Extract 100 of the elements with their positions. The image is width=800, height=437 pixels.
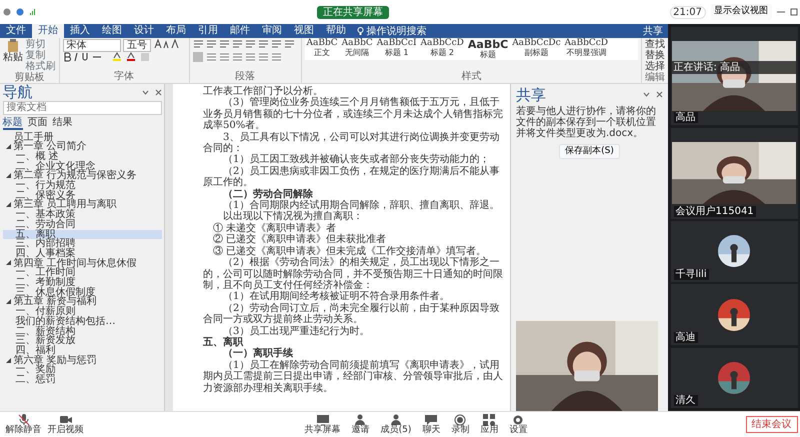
- outline-item[interactable]: 一、概 述: [2, 152, 162, 162]
- editing-button[interactable]: 查找: [645, 39, 665, 50]
- outline-item[interactable]: 第一章 公司简介: [2, 142, 162, 152]
- document-paragraph: （1）员工在解除劳动合同前须提前填写《离职申请表》，试用期内员工需提前三日提出申请，经部门审核、分管领导审批后，由人力资源部办理相关离职手续。: [203, 360, 504, 394]
- style-option[interactable]: AaBbCcDc 副标题: [510, 39, 563, 60]
- participant-name: 清久: [674, 395, 698, 406]
- outline-item[interactable]: 二、考勤制度: [2, 278, 162, 288]
- ribbon-tab[interactable]: 文件: [0, 24, 32, 38]
- outline-item[interactable]: 员工手册: [2, 132, 162, 142]
- toolbar-button[interactable]: 共享屏幕: [302, 414, 344, 435]
- font-name-field[interactable]: 宋体: [62, 39, 120, 52]
- search-field[interactable]: 搜索文档: [2, 100, 162, 114]
- style-option[interactable]: AaBbCcI 标题 1: [374, 39, 419, 60]
- participant-name: 千寻lili: [674, 268, 709, 280]
- pane-tab[interactable]: 结果: [52, 117, 72, 130]
- pane-tab[interactable]: 标题: [2, 117, 22, 130]
- view-button[interactable]: 显示会议视图: [710, 4, 772, 20]
- outline-item[interactable]: 第六章 奖励与惩罚: [2, 356, 162, 366]
- font-format-icon[interactable]: [62, 52, 150, 62]
- style-option[interactable]: AaBbC 正文: [304, 39, 340, 60]
- dropdown-icon[interactable]: [643, 91, 650, 98]
- outline-item[interactable]: 三、内部招聘: [2, 239, 162, 249]
- document-heading: （二）劳动合同解除: [222, 188, 313, 200]
- paste-button[interactable]: 粘贴: [3, 52, 23, 63]
- expand-icon[interactable]: [6, 260, 12, 266]
- outline-item[interactable]: 三、薪资发放: [2, 336, 162, 346]
- group-label: 段落: [234, 71, 256, 82]
- format-painter-button[interactable]: 格式刷: [26, 61, 56, 72]
- document-paragraph: （3）管理岗位业务员连续三个月月销售额低于五万元，且低于业务员月销售额的七十分位者，或连续三个月未达成个人销售指标完成率50%者。: [203, 97, 504, 132]
- document-paragraph: （2）根据《劳动合同法》的相关规定，员工出现以下情形之一的，公司可以随时解除劳动合同，并不受预告期三十日通知的时间限制，且不向员工支付任何经济补偿金：: [203, 257, 504, 291]
- outline-item[interactable]: 四、人事档案: [2, 248, 162, 259]
- outline-item[interactable]: 一、行为规范: [2, 181, 162, 191]
- ribbon-tab[interactable]: 邮件: [224, 24, 256, 38]
- outline-item[interactable]: 四、福利: [2, 346, 162, 356]
- style-option[interactable]: AaBbC 无间隔: [340, 39, 375, 60]
- outline-item[interactable]: 一、付薪原则: [2, 307, 162, 317]
- outline-item[interactable]: 二、薪资结构: [2, 326, 162, 336]
- ribbon-tab[interactable]: 引用: [192, 24, 224, 38]
- status-icon: [2, 8, 10, 16]
- tell-me-search[interactable]: 操作说明搜索: [366, 26, 426, 36]
- lightbulb-icon: [357, 26, 364, 36]
- style-option[interactable]: AaBbC 标题: [466, 39, 510, 60]
- close-icon[interactable]: [656, 91, 663, 98]
- ribbon-tab[interactable]: 审阅: [256, 24, 288, 38]
- expand-icon[interactable]: [6, 358, 12, 364]
- ribbon-tab[interactable]: 绘图: [96, 24, 128, 38]
- toolbar-button[interactable]: 聊天: [419, 414, 444, 435]
- toolbar-button[interactable]: 应用: [477, 414, 502, 435]
- ribbon-tab[interactable]: 布局: [160, 24, 192, 38]
- font-size-field[interactable]: 五号: [123, 39, 151, 52]
- pane-tab[interactable]: 页面: [28, 117, 48, 130]
- copy-button[interactable]: 复制: [26, 50, 56, 61]
- ribbon-tab[interactable]: 视图: [288, 24, 320, 38]
- toolbar-button[interactable]: 设置: [506, 414, 530, 435]
- share-link[interactable]: 共享: [643, 26, 663, 36]
- ribbon-tab[interactable]: 插入: [64, 24, 96, 38]
- outline-item[interactable]: 我们的薪资结构包括…: [2, 316, 162, 327]
- style-option[interactable]: AaBbCcD 不明显强调: [562, 39, 610, 60]
- expand-icon[interactable]: [6, 144, 12, 150]
- toolbar-button[interactable]: 录制: [448, 414, 472, 435]
- people-icon: [390, 414, 402, 426]
- toolbar-button[interactable]: 开启视频: [44, 414, 86, 435]
- expand-icon[interactable]: [6, 299, 12, 306]
- expand-icon[interactable]: [6, 173, 12, 180]
- chat-icon: [425, 414, 438, 426]
- toolbar-button[interactable]: 解除静音: [2, 414, 44, 435]
- save-copy-button[interactable]: 保存副本(S): [559, 144, 620, 159]
- participant-name: 高品: [674, 112, 698, 124]
- end-meeting-button[interactable]: 结束会议: [746, 416, 798, 433]
- settings-icon: [512, 414, 524, 426]
- ribbon-tab[interactable]: 设计: [128, 24, 160, 38]
- document-heading: 五、离职: [203, 336, 244, 348]
- speaker-banner: 正在讲话: 高品: [670, 60, 798, 74]
- outline-item[interactable]: 第四章 工作时间与休息休假: [2, 258, 162, 268]
- group-label: 剪贴板: [13, 72, 46, 83]
- editing-button[interactable]: 选择: [645, 61, 665, 72]
- style-option[interactable]: AaBbCcD 标题 2: [418, 39, 466, 60]
- outline-item[interactable]: 三、休息休假制度: [2, 288, 162, 298]
- outline-item[interactable]: 一、基本政策: [2, 210, 162, 220]
- dropdown-icon[interactable]: [142, 88, 148, 96]
- paragraph-format-icon[interactable]: [192, 39, 296, 49]
- ribbon-tab[interactable]: 帮助: [320, 24, 352, 38]
- close-icon[interactable]: [154, 88, 162, 96]
- editing-button[interactable]: 替换: [645, 50, 665, 61]
- shield-icon: [16, 8, 24, 16]
- toolbar-button[interactable]: 邀请: [348, 414, 373, 435]
- screen-icon: [316, 414, 329, 426]
- cut-button[interactable]: 剪切: [26, 39, 56, 50]
- outline-item[interactable]: 二、劳动合同: [2, 220, 162, 230]
- document-paragraph: （2）员工因患病或非因工负伤，在规定的医疗期满后不能从事原工作的。: [203, 166, 500, 188]
- outline-item[interactable]: 一、奖励: [2, 365, 162, 376]
- ribbon-tab[interactable]: 开始: [32, 24, 64, 38]
- pane-title: 共享: [516, 86, 547, 103]
- document-paragraph: 以出现以下情况视为擅自离职：: [222, 211, 364, 222]
- expand-icon[interactable]: [6, 202, 12, 208]
- maximize-icon[interactable]: [790, 8, 798, 16]
- group-label: 样式: [460, 71, 482, 82]
- toolbar-button[interactable]: 成员(5): [378, 414, 414, 435]
- font-grow-icon[interactable]: [154, 39, 180, 49]
- outline-item[interactable]: 二、惩罚: [2, 375, 162, 385]
